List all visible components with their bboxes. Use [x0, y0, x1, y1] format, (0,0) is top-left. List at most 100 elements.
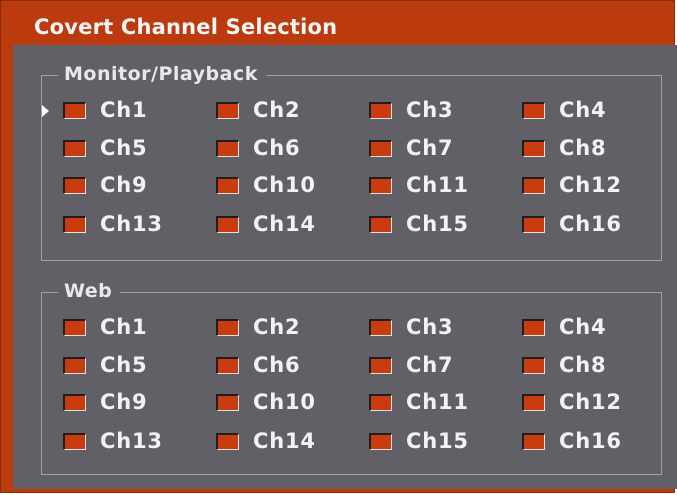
web-channel-11-checkbox[interactable]: Ch11 — [369, 390, 469, 414]
web-channel-1-checkbox[interactable]: Ch1 — [63, 315, 147, 339]
monitor-channel-12-checkbox[interactable]: Ch12 — [522, 173, 622, 197]
channel-label: Ch3 — [406, 315, 454, 339]
channel-label: Ch16 — [559, 212, 622, 236]
checkbox-square[interactable] — [369, 393, 392, 411]
checkbox-square[interactable] — [216, 356, 239, 374]
web-channel-6-checkbox[interactable]: Ch6 — [216, 353, 300, 377]
monitor-playback-group: Monitor/Playback Ch1 Ch2 Ch3 Ch4 Ch5 Ch6 Ch7 Ch… — [41, 60, 662, 261]
group-legend-web: Web — [58, 277, 121, 305]
checkbox-square[interactable] — [216, 215, 239, 233]
monitor-channel-11-checkbox[interactable]: Ch11 — [369, 173, 469, 197]
monitor-channel-14-checkbox[interactable]: Ch14 — [216, 212, 316, 236]
checkbox-square[interactable] — [522, 101, 545, 119]
checkbox-square[interactable] — [216, 318, 239, 336]
channel-label: Ch10 — [253, 390, 316, 414]
checkbox-square[interactable] — [522, 356, 545, 374]
channel-label: Ch13 — [100, 429, 163, 453]
checkbox-square[interactable] — [369, 176, 392, 194]
checkbox-square[interactable] — [522, 139, 545, 157]
checkbox-square[interactable] — [369, 318, 392, 336]
channel-label: Ch7 — [406, 136, 454, 160]
channel-label: Ch8 — [559, 136, 607, 160]
checkbox-square[interactable] — [63, 101, 86, 119]
monitor-channel-5-checkbox[interactable]: Ch5 — [63, 136, 147, 160]
channel-label: Ch12 — [559, 173, 622, 197]
web-channel-10-checkbox[interactable]: Ch10 — [216, 390, 316, 414]
monitor-channel-9-checkbox[interactable]: Ch9 — [63, 173, 147, 197]
monitor-channel-8-checkbox[interactable]: Ch8 — [522, 136, 606, 160]
channel-label: Ch15 — [406, 429, 469, 453]
checkbox-square[interactable] — [522, 176, 545, 194]
checkbox-square[interactable] — [369, 432, 392, 450]
checkbox-square[interactable] — [369, 215, 392, 233]
channel-label: Ch6 — [253, 136, 301, 160]
channel-label: Ch9 — [100, 390, 148, 414]
web-channel-7-checkbox[interactable]: Ch7 — [369, 353, 453, 377]
channel-label: Ch13 — [100, 212, 163, 236]
monitor-channel-4-checkbox[interactable]: Ch4 — [522, 98, 606, 122]
channel-label: Ch5 — [100, 136, 148, 160]
channel-label: Ch4 — [559, 98, 607, 122]
channel-label: Ch2 — [253, 98, 301, 122]
channel-label: Ch6 — [253, 353, 301, 377]
web-channel-4-checkbox[interactable]: Ch4 — [522, 315, 606, 339]
channel-label: Ch5 — [100, 353, 148, 377]
checkbox-square[interactable] — [216, 176, 239, 194]
checkbox-square[interactable] — [63, 356, 86, 374]
dialog-title: Covert Channel Selection — [34, 15, 338, 39]
selection-arrow-icon — [42, 105, 49, 117]
channel-label: Ch12 — [559, 390, 622, 414]
channel-label: Ch7 — [406, 353, 454, 377]
monitor-channel-16-checkbox[interactable]: Ch16 — [522, 212, 622, 236]
web-channel-12-checkbox[interactable]: Ch12 — [522, 390, 622, 414]
checkbox-square[interactable] — [369, 139, 392, 157]
channel-label: Ch2 — [253, 315, 301, 339]
web-channel-15-checkbox[interactable]: Ch15 — [369, 429, 469, 453]
checkbox-square[interactable] — [216, 432, 239, 450]
web-channel-16-checkbox[interactable]: Ch16 — [522, 429, 622, 453]
monitor-channel-6-checkbox[interactable]: Ch6 — [216, 136, 300, 160]
checkbox-square[interactable] — [369, 101, 392, 119]
monitor-channel-7-checkbox[interactable]: Ch7 — [369, 136, 453, 160]
monitor-channel-13-checkbox[interactable]: Ch13 — [63, 212, 163, 236]
channel-label: Ch14 — [253, 429, 316, 453]
checkbox-square[interactable] — [63, 393, 86, 411]
monitor-channel-15-checkbox[interactable]: Ch15 — [369, 212, 469, 236]
checkbox-square[interactable] — [63, 139, 86, 157]
checkbox-square[interactable] — [522, 432, 545, 450]
checkbox-square[interactable] — [216, 139, 239, 157]
checkbox-square[interactable] — [216, 393, 239, 411]
checkbox-square[interactable] — [63, 432, 86, 450]
checkbox-square[interactable] — [369, 356, 392, 374]
checkbox-square[interactable] — [63, 176, 86, 194]
channel-label: Ch1 — [100, 98, 148, 122]
channel-label: Ch9 — [100, 173, 148, 197]
channel-label: Ch14 — [253, 212, 316, 236]
covert-channel-dialog: Covert Channel Selection Monitor/Playbac… — [0, 0, 677, 493]
web-channel-14-checkbox[interactable]: Ch14 — [216, 429, 316, 453]
monitor-channel-1-checkbox[interactable]: Ch1 — [63, 98, 147, 122]
web-channel-8-checkbox[interactable]: Ch8 — [522, 353, 606, 377]
channel-label: Ch16 — [559, 429, 622, 453]
checkbox-square[interactable] — [522, 393, 545, 411]
channel-label: Ch10 — [253, 173, 316, 197]
checkbox-square[interactable] — [63, 318, 86, 336]
checkbox-square[interactable] — [216, 101, 239, 119]
monitor-channel-3-checkbox[interactable]: Ch3 — [369, 98, 453, 122]
web-channel-9-checkbox[interactable]: Ch9 — [63, 390, 147, 414]
monitor-channel-10-checkbox[interactable]: Ch10 — [216, 173, 316, 197]
channel-label: Ch1 — [100, 315, 148, 339]
web-group: Web Ch1 Ch2 Ch3 Ch4 Ch5 Ch6 Ch7 Ch8 Ch9 Ch10 Ch11 C… — [41, 277, 662, 475]
channel-label: Ch4 — [559, 315, 607, 339]
monitor-channel-2-checkbox[interactable]: Ch2 — [216, 98, 300, 122]
web-channel-5-checkbox[interactable]: Ch5 — [63, 353, 147, 377]
web-channel-2-checkbox[interactable]: Ch2 — [216, 315, 300, 339]
checkbox-square[interactable] — [63, 215, 86, 233]
web-channel-13-checkbox[interactable]: Ch13 — [63, 429, 163, 453]
web-channel-3-checkbox[interactable]: Ch3 — [369, 315, 453, 339]
channel-label: Ch11 — [406, 390, 469, 414]
channel-label: Ch15 — [406, 212, 469, 236]
checkbox-square[interactable] — [522, 318, 545, 336]
channel-label: Ch11 — [406, 173, 469, 197]
checkbox-square[interactable] — [522, 215, 545, 233]
